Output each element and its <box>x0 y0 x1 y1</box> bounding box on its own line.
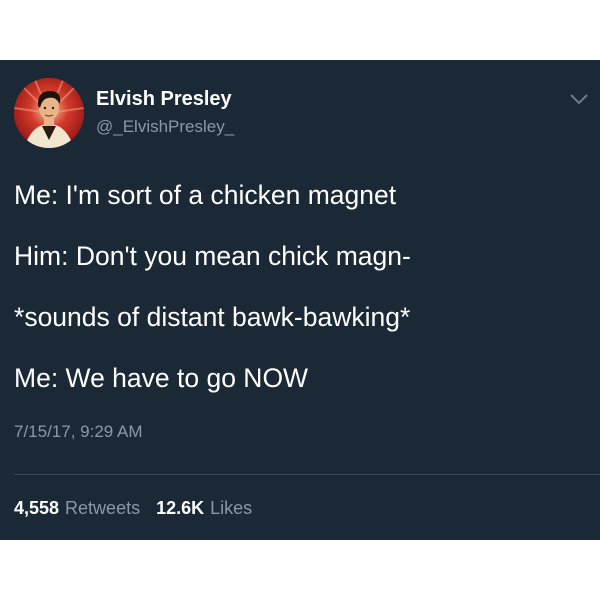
chevron-down-icon[interactable] <box>568 92 590 106</box>
retweets-count[interactable]: 4,558 <box>14 498 59 519</box>
avatar-image <box>14 78 84 148</box>
tweet-line: Him: Don't you mean chick magn- <box>14 241 411 271</box>
divider <box>14 474 600 475</box>
tweet-card: Elvish Presley @_ElvishPresley_ Me: I'm … <box>0 60 600 540</box>
tweet-stats: 4,558 Retweets 12.6K Likes <box>14 498 262 519</box>
likes-count[interactable]: 12.6K <box>156 498 204 519</box>
avatar[interactable] <box>14 78 84 148</box>
tweet-line: Me: I'm sort of a chicken magnet <box>14 180 397 210</box>
author-name[interactable]: Elvish Presley <box>96 88 232 111</box>
retweets-label[interactable]: Retweets <box>65 498 140 519</box>
tweet-line: *sounds of distant bawk-bawking* <box>14 302 411 332</box>
likes-label[interactable]: Likes <box>210 498 252 519</box>
tweet-timestamp[interactable]: 7/15/17, 9:29 AM <box>14 422 143 442</box>
author-handle[interactable]: @_ElvishPresley_ <box>96 117 234 137</box>
tweet-line: Me: We have to go NOW <box>14 363 309 393</box>
tweet-text: Me: I'm sort of a chicken magnet Him: Do… <box>14 180 584 424</box>
